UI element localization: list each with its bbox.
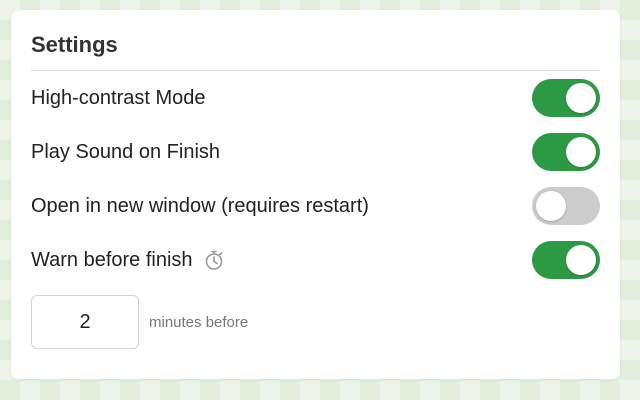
warn-before-finish-label: Warn before finish [31,248,193,271]
high-contrast-label: High-contrast Mode [31,86,206,109]
warn-before-finish-label-wrap: Warn before finish [31,249,225,272]
minutes-before-label: minutes before [149,313,249,331]
toggle-knob [566,83,596,113]
warn-minutes-row: minutes before [31,295,600,349]
new-window-label: Open in new window (requires restart) [31,194,369,217]
toggle-knob [566,137,596,167]
setting-row-high-contrast: High-contrast Mode [31,71,600,125]
setting-row-new-window: Open in new window (requires restart) [31,179,600,233]
play-sound-label: Play Sound on Finish [31,140,221,163]
setting-row-play-sound: Play Sound on Finish [31,125,600,179]
settings-title: Settings [31,10,600,71]
high-contrast-toggle[interactable] [532,79,600,117]
new-window-toggle[interactable] [532,187,600,225]
play-sound-toggle[interactable] [532,133,600,171]
warn-before-finish-toggle[interactable] [532,241,600,279]
toggle-knob [536,191,566,221]
warn-minutes-input[interactable] [31,295,139,349]
stopwatch-icon [203,249,225,271]
settings-panel: Settings High-contrast Mode Play Sound o… [11,10,620,379]
toggle-knob [566,245,596,275]
setting-row-warn-before-finish: Warn before finish [31,233,600,287]
